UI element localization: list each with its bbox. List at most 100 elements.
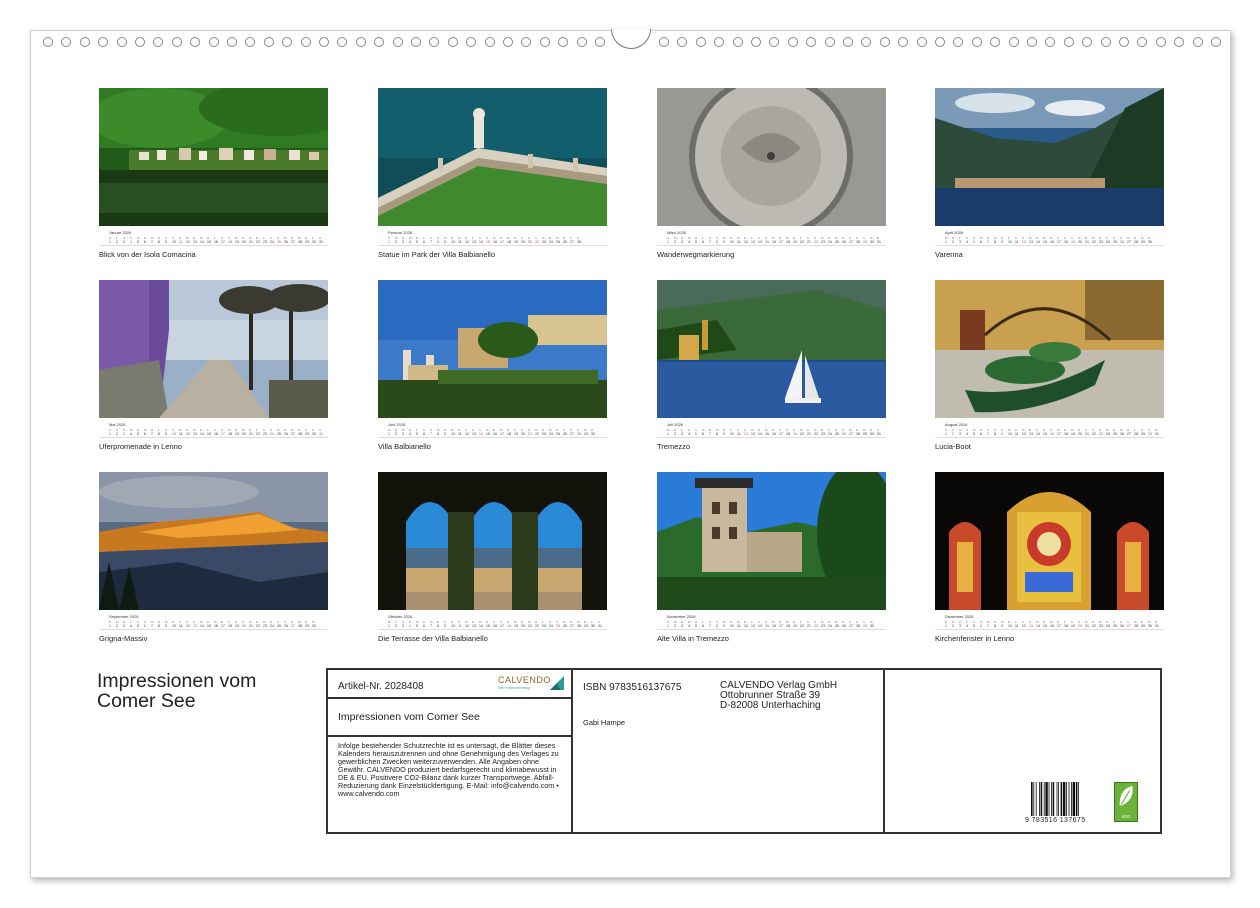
photo-caption: Wanderwegmarkierung: [657, 250, 735, 259]
day-number: 8: [158, 432, 160, 436]
binding-hole: [79, 37, 90, 47]
day-cell: S 31: [319, 236, 326, 245]
day-number: 5: [695, 624, 697, 628]
day-cell: F2: [395, 620, 402, 629]
day-cell: M8: [437, 428, 444, 437]
day-number: 14: [758, 432, 762, 436]
info-column-middle: ISBN 9783516137675 Gabi Hampe CALVENDO V…: [573, 670, 885, 832]
day-cell: S 15: [486, 236, 493, 245]
day-number: 15: [765, 624, 769, 628]
day-cell: D 29: [305, 236, 312, 245]
day-cell: M4: [409, 236, 416, 245]
day-cell: M 24: [1106, 428, 1113, 437]
barcode-bar: [1040, 782, 1043, 816]
day-cell: D 30: [591, 428, 598, 437]
day-number: 27: [291, 432, 295, 436]
day-cell: M 11: [179, 428, 186, 437]
day-cell: D8: [437, 620, 444, 629]
day-number: 18: [786, 624, 790, 628]
day-cell: M 29: [863, 428, 870, 437]
barcode-bar: [1056, 782, 1058, 816]
day-cell: M9: [723, 236, 730, 245]
day-cell: D9: [723, 428, 730, 437]
day-cell: F 23: [542, 620, 549, 629]
day-cell: S 19: [793, 428, 800, 437]
day-cell: D 24: [828, 620, 835, 629]
day-cell: S 14: [479, 428, 486, 437]
day-number: 9: [444, 432, 446, 436]
binding-hole: [1082, 37, 1093, 47]
day-number: 10: [730, 624, 734, 628]
day-cell: F 20: [800, 620, 807, 629]
day-number: 8: [437, 432, 439, 436]
day-number: 12: [186, 240, 190, 244]
day-cell: M2: [116, 620, 123, 629]
day-number: 4: [130, 624, 132, 628]
day-number: 29: [584, 624, 588, 628]
day-number: 12: [744, 240, 748, 244]
day-cell: M 10: [451, 428, 458, 437]
day-number: 24: [828, 240, 832, 244]
day-cell: F 17: [779, 428, 786, 437]
day-cell: D 14: [1036, 236, 1043, 245]
day-cell: M 21: [249, 236, 256, 245]
day-cell: M 25: [835, 236, 842, 245]
day-cell: D8: [158, 620, 165, 629]
day-cell: M2: [952, 620, 959, 629]
day-cell: M4: [688, 620, 695, 629]
day-number: 16: [214, 432, 218, 436]
day-number: 27: [849, 432, 853, 436]
day-number: 1: [667, 240, 669, 244]
day-cell: D 29: [305, 620, 312, 629]
day-cell: F 27: [849, 620, 856, 629]
day-number: 3: [402, 240, 404, 244]
day-number: 31: [1155, 624, 1159, 628]
day-cell: D 27: [570, 620, 577, 629]
day-number: 23: [263, 624, 267, 628]
day-number: 17: [779, 240, 783, 244]
day-cell: S1: [667, 620, 674, 629]
day-number: 9: [165, 240, 167, 244]
day-cell: D 25: [556, 428, 563, 437]
day-number: 10: [172, 624, 176, 628]
month-october: Oktober 2026 D 1 F 2 S 3 S 4 M 5 D 6 M 7 D 8 F 9 S 10 S 11 M 12…: [378, 472, 607, 643]
day-number: 17: [1057, 624, 1061, 628]
day-number: 20: [1078, 432, 1082, 436]
photo-caption: Die Terrasse der Villa Balbianello: [378, 634, 488, 643]
day-cell: D 13: [193, 236, 200, 245]
day-cell: S 25: [277, 236, 284, 245]
day-number: 3: [123, 240, 125, 244]
day-cell: S 19: [235, 620, 242, 629]
day-number: 20: [242, 240, 246, 244]
day-number: 2: [395, 624, 397, 628]
day-cell: S7: [709, 620, 716, 629]
day-number: 27: [1127, 624, 1131, 628]
day-strip: S 1 M 2 D 3 M 4 D 5 F 6 S 7 S 8 M 9 D 10 M 11 D 12 F 13 S 14 S 15 M 16 D…: [657, 620, 886, 630]
day-cell: F 31: [877, 428, 884, 437]
binding-hole: [447, 37, 458, 47]
binding-hole: [769, 37, 780, 47]
day-number: 10: [1008, 432, 1012, 436]
day-number: 21: [249, 240, 253, 244]
day-number: 29: [305, 432, 309, 436]
day-cell: M 18: [786, 236, 793, 245]
day-cell: M 18: [507, 236, 514, 245]
day-strip: S 1 M 2 D 3 M 4 D 5 F 6 S 7 S 8 M 9 D 10 M 11 D 12 F 13 S 14 S 15 M 16 D…: [378, 236, 607, 246]
day-cell: F 13: [472, 236, 479, 245]
day-number: 13: [193, 624, 197, 628]
binding-hole: [539, 37, 550, 47]
day-number: 29: [863, 624, 867, 628]
day-number: 7: [430, 432, 432, 436]
day-number: 29: [584, 432, 588, 436]
day-cell: M 13: [1029, 236, 1036, 245]
day-number: 26: [842, 432, 846, 436]
day-cell: D 29: [584, 620, 591, 629]
day-cell: S3: [402, 620, 409, 629]
day-cell: D8: [994, 620, 1001, 629]
day-cell: M 29: [1141, 236, 1148, 245]
day-number: 21: [807, 432, 811, 436]
day-number: 4: [688, 432, 690, 436]
day-cell: S 13: [1029, 620, 1036, 629]
day-number: 15: [486, 624, 490, 628]
day-cell: D 22: [256, 236, 263, 245]
